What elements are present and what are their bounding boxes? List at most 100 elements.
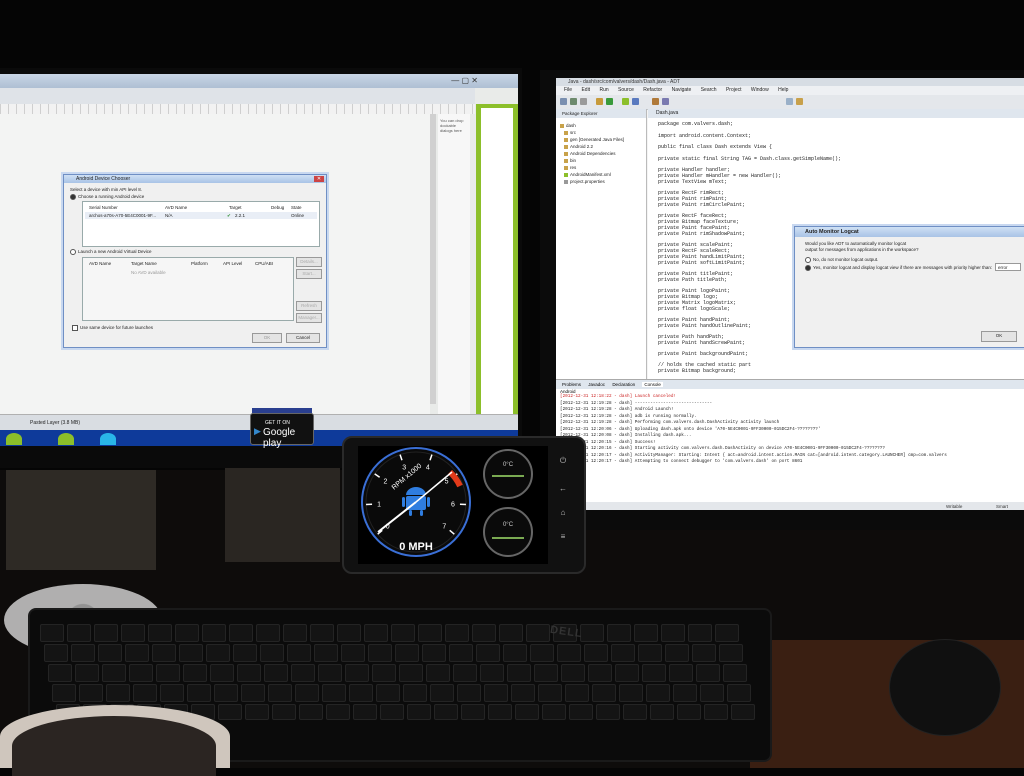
keyboard-key[interactable]	[534, 664, 558, 682]
print-icon[interactable]	[580, 98, 587, 105]
keyboard-key[interactable]	[569, 704, 593, 720]
computer-mouse[interactable]	[890, 640, 1000, 735]
keyboard-key[interactable]	[457, 684, 481, 702]
keyboard-key[interactable]	[287, 644, 311, 662]
search-icon[interactable]	[662, 98, 669, 105]
keyboard-key[interactable]	[403, 684, 427, 702]
keyboard-key[interactable]	[615, 664, 639, 682]
keyboard-key[interactable]	[580, 624, 604, 642]
tab-problems[interactable]: Problems	[562, 382, 581, 387]
keyboard-key[interactable]	[696, 664, 720, 682]
keyboard-key[interactable]	[607, 624, 631, 642]
keyboard-key[interactable]	[484, 684, 508, 702]
menu-run[interactable]: Run	[599, 87, 608, 93]
keyboard-key[interactable]	[488, 704, 512, 720]
keyboard-key[interactable]	[337, 624, 361, 642]
window-controls[interactable]: — ▢ ✕	[434, 76, 478, 86]
keyboard-key[interactable]	[650, 704, 674, 720]
keyboard-key[interactable]	[669, 664, 693, 682]
open-type-icon[interactable]	[652, 98, 659, 105]
keyboard-key[interactable]	[391, 624, 415, 642]
keyboard-key[interactable]	[426, 664, 450, 682]
keyboard-key[interactable]	[264, 664, 288, 682]
keyboard-key[interactable]	[310, 624, 334, 642]
keyboard-key[interactable]	[52, 684, 76, 702]
keyboard-key[interactable]	[526, 624, 550, 642]
keyboard-key[interactable]	[530, 644, 554, 662]
keyboard-key[interactable]	[418, 624, 442, 642]
keyboard-key[interactable]	[634, 624, 658, 642]
keyboard-key[interactable]	[380, 704, 404, 720]
keyboard-key[interactable]	[507, 664, 531, 682]
keyboard-key[interactable]	[71, 644, 95, 662]
keyboard-key[interactable]	[480, 664, 504, 682]
package-explorer-tab[interactable]: Package Explorer	[556, 109, 646, 118]
keyboard-key[interactable]	[345, 664, 369, 682]
keyboard-key[interactable]	[125, 644, 149, 662]
keyboard-key[interactable]	[152, 644, 176, 662]
keyboard-key[interactable]	[291, 664, 315, 682]
keyboard-key[interactable]	[210, 664, 234, 682]
keyboard-key[interactable]	[48, 664, 72, 682]
debug-icon[interactable]	[596, 98, 603, 105]
keyboard-key[interactable]	[206, 644, 230, 662]
start-button[interactable]: Start...	[296, 269, 322, 279]
keyboard-key[interactable]	[538, 684, 562, 702]
menu-refactor[interactable]: Refactor	[643, 87, 662, 93]
keyboard-key[interactable]	[202, 624, 226, 642]
keyboard-key[interactable]	[704, 704, 728, 720]
perspective-debug-icon[interactable]	[796, 98, 803, 105]
tree-item-dependencies[interactable]: Android Dependencies	[564, 151, 616, 156]
keyboard-key[interactable]	[503, 644, 527, 662]
keyboard-key[interactable]	[565, 684, 589, 702]
tab-javadoc[interactable]: Javadoc	[588, 382, 605, 387]
back-icon[interactable]: ←	[558, 484, 568, 494]
close-icon[interactable]: ✕	[314, 176, 324, 182]
keyboard-key[interactable]	[106, 684, 130, 702]
keyboard-key[interactable]	[642, 664, 666, 682]
tree-item-src[interactable]: src	[564, 130, 576, 135]
new-icon[interactable]	[560, 98, 567, 105]
keyboard-key[interactable]	[129, 664, 153, 682]
keyboard-key[interactable]	[661, 624, 685, 642]
keyboard-key[interactable]	[156, 664, 180, 682]
keyboard-key[interactable]	[148, 624, 172, 642]
keyboard-key[interactable]	[561, 664, 585, 682]
keyboard-key[interactable]	[241, 684, 265, 702]
keyboard-key[interactable]	[542, 704, 566, 720]
keyboard-key[interactable]	[692, 644, 716, 662]
menu-icon[interactable]: ≡	[558, 532, 568, 542]
tree-item-bin[interactable]: bin	[564, 158, 576, 163]
keyboard-key[interactable]	[272, 704, 296, 720]
keyboard-key[interactable]	[434, 704, 458, 720]
keyboard-key[interactable]	[499, 624, 523, 642]
keyboard-key[interactable]	[368, 644, 392, 662]
keyboard-key[interactable]	[461, 704, 485, 720]
keyboard-key[interactable]	[237, 664, 261, 682]
keyboard-key[interactable]	[322, 684, 346, 702]
logcat-option-yes[interactable]: Yes, monitor logcat and display logcat v…	[805, 265, 992, 271]
keyboard-key[interactable]	[472, 624, 496, 642]
keyboard-key[interactable]	[723, 664, 747, 682]
tree-item-properties[interactable]: project.properties	[564, 179, 605, 184]
console-output[interactable]: [2012-12-31 12:18:22 - dash] Launch canc…	[560, 394, 1020, 494]
menu-navigate[interactable]: Navigate	[672, 87, 692, 93]
keyboard-key[interactable]	[256, 624, 280, 642]
tree-item-gen[interactable]: gen [Generated Java Files]	[564, 137, 624, 142]
menu-help[interactable]: Help	[778, 87, 788, 93]
refresh-button[interactable]: Refresh	[296, 301, 322, 311]
keyboard-key[interactable]	[376, 684, 400, 702]
tree-item-android[interactable]: Android 2.2	[564, 144, 593, 149]
keyboard-key[interactable]	[619, 684, 643, 702]
keyboard-key[interactable]	[75, 664, 99, 682]
keyboard-key[interactable]	[665, 644, 689, 662]
save-icon[interactable]	[570, 98, 577, 105]
home-icon[interactable]: ⌂	[558, 508, 568, 518]
keyboard-key[interactable]	[67, 624, 91, 642]
keyboard-key[interactable]	[731, 704, 755, 720]
keyboard-key[interactable]	[719, 644, 743, 662]
keyboard-key[interactable]	[638, 644, 662, 662]
cancel-button[interactable]: Cancel	[286, 333, 320, 343]
keyboard-key[interactable]	[314, 644, 338, 662]
keyboard-key[interactable]	[611, 644, 635, 662]
